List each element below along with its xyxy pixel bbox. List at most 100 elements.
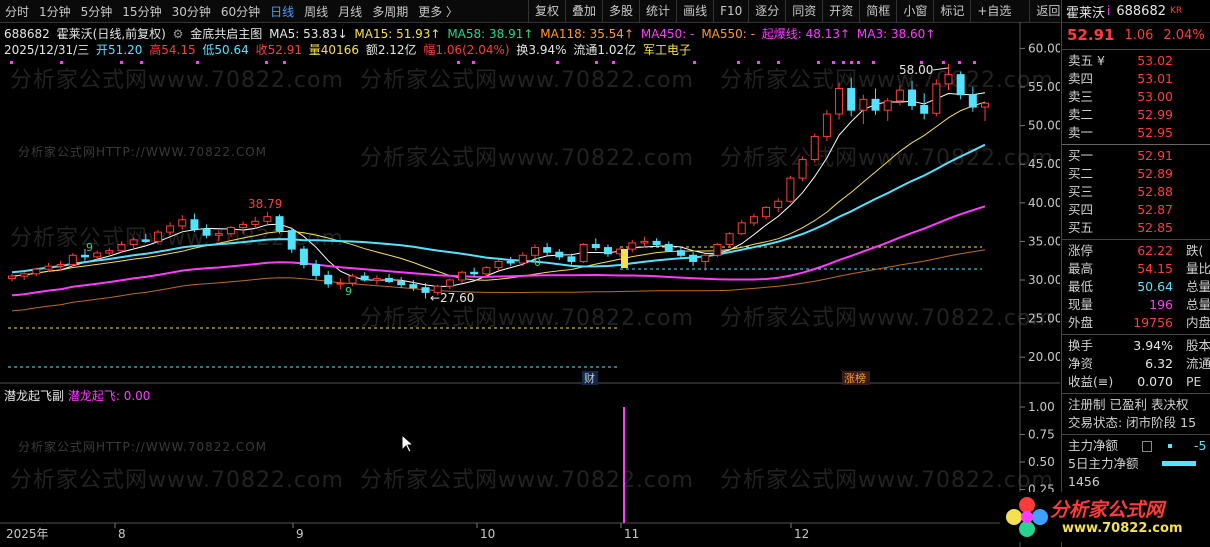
price-tick-label: 35.00 — [1028, 234, 1060, 248]
ask-row: 卖一 52.95 — [1062, 124, 1210, 142]
signal-dot — [140, 61, 143, 64]
candle-body — [859, 98, 868, 111]
stat-row-value: 19756 — [1133, 315, 1173, 330]
signal-dot — [958, 61, 961, 64]
signal-dot — [872, 61, 875, 64]
candle-body — [117, 243, 126, 252]
candle-body — [749, 216, 758, 224]
high-price-label: 58.00 — [899, 63, 933, 77]
ask-list: 卖五 ¥ 53.02 卖四 53.01 卖三 53.00 卖二 52.99 卖一 52.95 — [1062, 52, 1210, 142]
stat2-row-label: 收益(≡) — [1068, 374, 1114, 389]
signal-dot — [457, 61, 460, 64]
candle-body — [883, 100, 892, 111]
candle-body — [44, 265, 53, 270]
flow-5d-bar — [1162, 461, 1196, 466]
candle-body — [530, 247, 539, 256]
kline-chart[interactable]: 60.00 55.00 50.00 45.00 40.00 35.00 30.00 25.00… — [0, 0, 1060, 547]
cai-badge[interactable]: 财 — [584, 371, 595, 385]
candle-body — [713, 243, 722, 256]
ask-row-label: 卖三 — [1068, 89, 1094, 104]
zhangbang-badge[interactable]: 涨榜 — [844, 371, 866, 385]
sub-indicator-title: 潜龙起飞副 潜龙起飞: 0.00 — [4, 387, 150, 404]
candle-body — [397, 281, 406, 286]
candle-body — [299, 248, 308, 266]
candle-body — [847, 88, 856, 111]
candle-body — [287, 230, 296, 250]
vol-tick-label: 0.75 — [1028, 428, 1055, 442]
candle-body — [652, 240, 661, 245]
stat2-row-value: 3.94% — [1133, 338, 1173, 353]
candle-body — [190, 219, 199, 230]
status-row: 交易状态: 闭市阶段 15 — [1068, 415, 1197, 430]
candle-body — [835, 88, 844, 115]
candle-body — [482, 267, 491, 275]
bid-row-value: 52.91 — [1137, 148, 1173, 163]
candle-body — [372, 277, 381, 281]
candle-body — [908, 89, 917, 107]
bid-row: 买三 52.88 — [1062, 183, 1210, 201]
stat2-row: 收益(≡) 0.070 PE — [1062, 373, 1210, 391]
candle-body — [822, 113, 831, 137]
price-change-pct: 2.04% — [1163, 27, 1205, 43]
candle-body — [348, 275, 357, 284]
candle-body — [871, 98, 880, 111]
candle-body — [239, 223, 248, 229]
candle-body — [810, 135, 819, 161]
ask-row-value: 52.95 — [1137, 125, 1173, 140]
candle-body — [105, 250, 114, 254]
ask-row: 卖三 53.00 — [1062, 88, 1210, 106]
candle-body — [920, 105, 929, 114]
high2-price-label: 38.79 — [248, 197, 282, 211]
kr-badge: KR — [1170, 6, 1183, 16]
candle-body — [737, 222, 746, 235]
count-label: 9 — [86, 241, 93, 254]
signal-dot — [777, 61, 780, 64]
ask-row-value: 53.01 — [1137, 71, 1173, 86]
current-price: 52.91 — [1067, 26, 1115, 44]
signal-dot — [757, 61, 760, 64]
main-flow-5d-row: 5日主力净额 — [1062, 455, 1210, 473]
signal-dot — [472, 61, 475, 64]
stat2-row-extra: 流通 — [1186, 356, 1210, 371]
signal-dot — [10, 61, 13, 64]
stat-row-label: 现量 — [1068, 297, 1094, 312]
date-tick-label: 8 — [118, 527, 126, 541]
candle-body — [774, 200, 783, 208]
candle-body — [518, 254, 527, 264]
stat-row: 涨停 62.22 跌( — [1062, 242, 1210, 260]
candle-body — [786, 177, 795, 202]
ma5-line — [11, 92, 986, 288]
logo-url: www.70822.com — [1062, 521, 1183, 536]
stat-list: 涨停 62.22 跌(最高 54.15 量比 最低 50.64 总量 现量 196 总量 外盘 1975… — [1062, 242, 1210, 332]
ask-row-label: 卖五 ¥ — [1068, 53, 1105, 68]
high-marker — [932, 67, 949, 71]
ask-row-value: 52.99 — [1137, 107, 1173, 122]
bid-row-value: 52.87 — [1137, 202, 1173, 217]
candle-body — [336, 282, 345, 285]
ma15-line — [11, 101, 986, 281]
candle-body — [214, 233, 223, 236]
candle-body — [166, 225, 175, 233]
candle-body — [202, 228, 211, 236]
candle-body — [178, 219, 187, 227]
ask-row-value: 53.00 — [1137, 89, 1173, 104]
low-price-label: ←27.60 — [430, 291, 474, 305]
candle-body — [251, 220, 260, 225]
quote-panel: 霍莱沃 i 688682 KR 52.91 1.06 2.04% 卖五 ¥ 53.… — [1061, 0, 1210, 547]
ask-row: 卖四 53.01 — [1062, 70, 1210, 88]
price-tick-label: 60.00 — [1028, 41, 1060, 55]
candle-body — [226, 227, 235, 235]
candle-body — [591, 243, 600, 249]
bid-row-label: 买一 — [1068, 148, 1094, 163]
band-line — [11, 143, 986, 274]
toggle-icon[interactable] — [1142, 441, 1152, 452]
stat-row: 最低 50.64 总量 — [1062, 278, 1210, 296]
candle-body — [956, 74, 965, 96]
stat-row-value: 50.64 — [1137, 279, 1173, 294]
signal-dot — [817, 61, 820, 64]
sub-indicator-name[interactable]: 潜龙起飞副 — [4, 389, 64, 403]
stat2-row-label: 净资 — [1068, 356, 1094, 371]
stat-row-value: 196 — [1149, 297, 1173, 312]
candle-body — [470, 271, 479, 275]
candle-body — [80, 254, 89, 258]
